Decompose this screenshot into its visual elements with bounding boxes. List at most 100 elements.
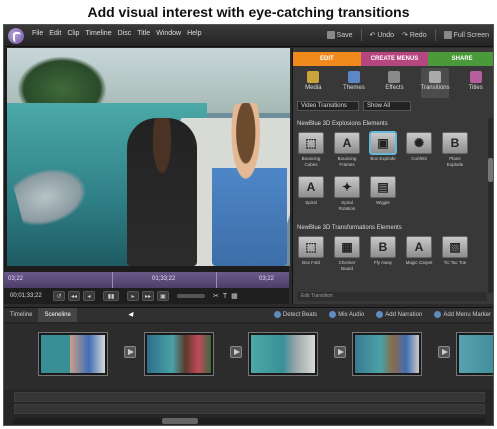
step-back-button[interactable]: ◂◂	[68, 291, 80, 301]
microphone-icon	[376, 311, 384, 318]
transition-slot[interactable]	[334, 346, 346, 358]
scrollbar-thumb[interactable]	[162, 418, 198, 424]
transition-tile[interactable]: ✦ Spiral Rotation	[333, 176, 361, 212]
category-titles-label: Titles	[468, 85, 483, 91]
menu-disc[interactable]: Disc	[118, 30, 132, 37]
menu-file[interactable]: File	[32, 30, 43, 37]
grid-icon[interactable]: ▦	[231, 292, 238, 300]
tab-sceneline[interactable]: Sceneline	[38, 308, 77, 322]
frame-forward-button[interactable]: ▸	[127, 291, 139, 301]
add-narration-label: Add Narration	[385, 312, 423, 319]
tile-label: Magic Carpet	[405, 260, 433, 265]
add-menu-marker-button[interactable]: Add Menu Marker	[434, 311, 491, 318]
transition-tile[interactable]: ▦ Checker Board	[333, 236, 361, 272]
category-transitions[interactable]: Transitions	[421, 68, 450, 98]
tab-share[interactable]: SHARE	[428, 52, 493, 66]
cut-icon[interactable]: ✂	[213, 292, 219, 300]
mix-audio-icon	[329, 311, 337, 318]
transition-slot[interactable]	[230, 346, 242, 358]
tasks-panel: EDIT CREATE MENUS SHARE Media Themes Eff…	[292, 48, 493, 304]
titles-icon	[469, 71, 482, 83]
divider	[360, 29, 362, 41]
loop-button[interactable]: ▣	[157, 291, 169, 301]
monitor-timeline-bar[interactable]: 03;22 01;33;22 03;22	[4, 272, 289, 288]
tile-label: Bouncing Frames	[337, 156, 357, 167]
show-filter-select[interactable]: Show All	[363, 101, 411, 111]
redo-label: Redo	[409, 32, 427, 39]
panel-scrollbar[interactable]	[488, 118, 493, 293]
transition-tile[interactable]: ✺ Confetti	[405, 132, 433, 168]
transition-tile[interactable]: ⬚ Bouncing Cubes	[297, 132, 325, 168]
scene-clip[interactable]	[352, 332, 422, 376]
menu-timeline[interactable]: Timeline	[85, 30, 111, 37]
filter-row: Video Transitions Show All	[297, 101, 411, 111]
tile-row-2: A Spiral ✦ Spiral Rotation ▤ Wiggle	[297, 176, 397, 212]
undo-label: Undo	[377, 32, 395, 39]
transition-tile[interactable]: ▧ Tic Tac Toe	[441, 236, 469, 272]
transition-tile[interactable]: ▤ Wiggle	[369, 176, 397, 212]
scene-clip[interactable]	[38, 332, 108, 376]
transition-tile[interactable]: B Plane Explode	[441, 132, 469, 168]
transition-tile[interactable]: ⬚ Box Fold	[297, 236, 325, 272]
category-themes[interactable]: Themes	[340, 68, 368, 98]
mix-audio-button[interactable]: Mix Audio	[329, 311, 364, 318]
volume-slider[interactable]	[177, 294, 205, 298]
menu-window[interactable]: Window	[156, 30, 181, 37]
fullscreen-label: Full Screen	[453, 31, 489, 39]
category-themes-label: Themes	[343, 85, 365, 91]
video-preview[interactable]	[7, 48, 290, 266]
edit-transition-button[interactable]: Edit Transition	[297, 292, 487, 301]
transition-slot[interactable]	[124, 346, 136, 358]
media-icon	[307, 71, 320, 83]
toolbar-right: Save ↶ Undo ↷ Redo Full Screen	[326, 29, 489, 41]
rewind-button[interactable]: ↺	[53, 291, 65, 301]
menu-help[interactable]: Help	[187, 30, 201, 37]
tile-label: Bouncing Cubes	[301, 156, 321, 167]
transition-tile[interactable]: A Bouncing Frames	[333, 132, 361, 168]
audio-track-soundtrack[interactable]	[14, 404, 485, 414]
menu-marker-icon	[434, 311, 442, 318]
category-media[interactable]: Media	[299, 68, 327, 98]
transition-tile[interactable]: A Spiral	[297, 176, 325, 212]
add-narration-button[interactable]: Add Narration	[376, 311, 422, 318]
menu-clip[interactable]: Clip	[67, 30, 79, 37]
category-titles[interactable]: Titles	[462, 68, 490, 98]
save-button[interactable]: Save	[326, 31, 353, 39]
audio-track-narration[interactable]	[14, 392, 485, 402]
category-effects[interactable]: Effects	[380, 68, 408, 98]
frame-back-button[interactable]: ◂	[83, 291, 95, 301]
tile-label: Wiggle	[376, 200, 390, 205]
transition-tile-selected[interactable]: ▣ Box Explode	[369, 132, 397, 168]
undo-button[interactable]: ↶ Undo	[370, 31, 395, 39]
transition-tile[interactable]: A Magic Carpet	[405, 236, 433, 272]
detect-beats-button[interactable]: Detect Beats	[273, 311, 317, 318]
tile-thumbnail: ▦	[334, 236, 360, 258]
clip-thumbnail	[355, 335, 419, 373]
title-bar: File Edit Clip Timeline Disc Title Windo…	[4, 25, 493, 47]
transition-type-select[interactable]: Video Transitions	[297, 101, 359, 111]
tile-thumbnail: ▧	[442, 236, 468, 258]
scene-clip[interactable]	[456, 332, 493, 376]
transition-tile[interactable]: B Fly Away	[369, 236, 397, 272]
tab-timeline[interactable]: Timeline	[4, 308, 38, 322]
tick-mark	[112, 272, 113, 288]
text-icon[interactable]: T	[223, 293, 227, 300]
menu-edit[interactable]: Edit	[49, 30, 61, 37]
scrollbar-thumb[interactable]	[488, 158, 493, 182]
tile-label: Plane Explode	[446, 156, 464, 167]
transition-slot[interactable]	[438, 346, 450, 358]
sceneline-area: Timeline Sceneline Detect Beats Mix Audi…	[4, 307, 493, 425]
tab-create-menus[interactable]: CREATE MENUS	[360, 52, 429, 66]
redo-button[interactable]: ↷ Redo	[402, 31, 427, 39]
tab-edit[interactable]: EDIT	[293, 52, 361, 66]
group-heading-explosions: NewBlue 3D Explosions Elements	[297, 121, 388, 127]
play-button[interactable]: ▮▮	[103, 291, 119, 301]
scene-clip[interactable]	[248, 332, 318, 376]
fullscreen-button[interactable]: Full Screen	[443, 31, 489, 39]
scene-strip	[4, 324, 493, 390]
scene-clip[interactable]	[144, 332, 214, 376]
step-forward-button[interactable]: ▸▸	[142, 291, 154, 301]
sceneline-scrollbar[interactable]	[14, 418, 485, 424]
panel-tabs: EDIT CREATE MENUS SHARE	[293, 52, 493, 66]
menu-title[interactable]: Title	[137, 30, 150, 37]
